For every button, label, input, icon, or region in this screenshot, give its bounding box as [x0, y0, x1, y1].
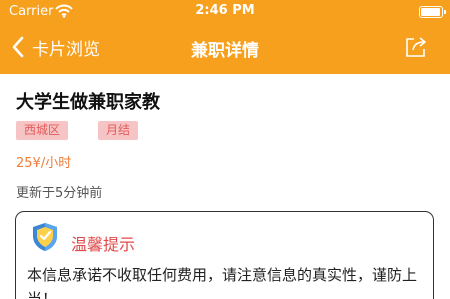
district-tag: 西城区 [16, 121, 69, 140]
navigation-bar: 卡片浏览 兼职详情 [0, 26, 450, 70]
top-bar: Carrier 2:46 PM 卡片浏览 兼职详情 [0, 0, 450, 74]
salary: 25¥/小时 [16, 156, 72, 171]
status-time: 2:46 PM [195, 3, 255, 18]
status-bar: Carrier 2:46 PM [0, 0, 450, 24]
notice-title: 温馨提示 [71, 235, 136, 254]
job-detail: 大学生做兼职家教 西城区 月结 25¥/小时 更新于5分钟前 温馨提示 本信息承… [0, 74, 450, 299]
shield-icon [33, 223, 57, 251]
battery-icon [419, 6, 446, 18]
battery-level [421, 8, 440, 16]
updated-time: 更新于5分钟前 [16, 186, 103, 201]
payment-tag: 月结 [98, 121, 139, 140]
share-icon[interactable] [404, 35, 428, 59]
notice-text: 本信息承诺不收取任何费用，请注意信息的真实性，谨防上当！ [27, 266, 418, 299]
notice-card: 温馨提示 本信息承诺不收取任何费用，请注意信息的真实性，谨防上当！ [15, 211, 434, 299]
page-title: 兼职详情 [191, 41, 259, 61]
battery-tip [444, 10, 446, 14]
job-title: 大学生做兼职家教 [16, 92, 160, 113]
